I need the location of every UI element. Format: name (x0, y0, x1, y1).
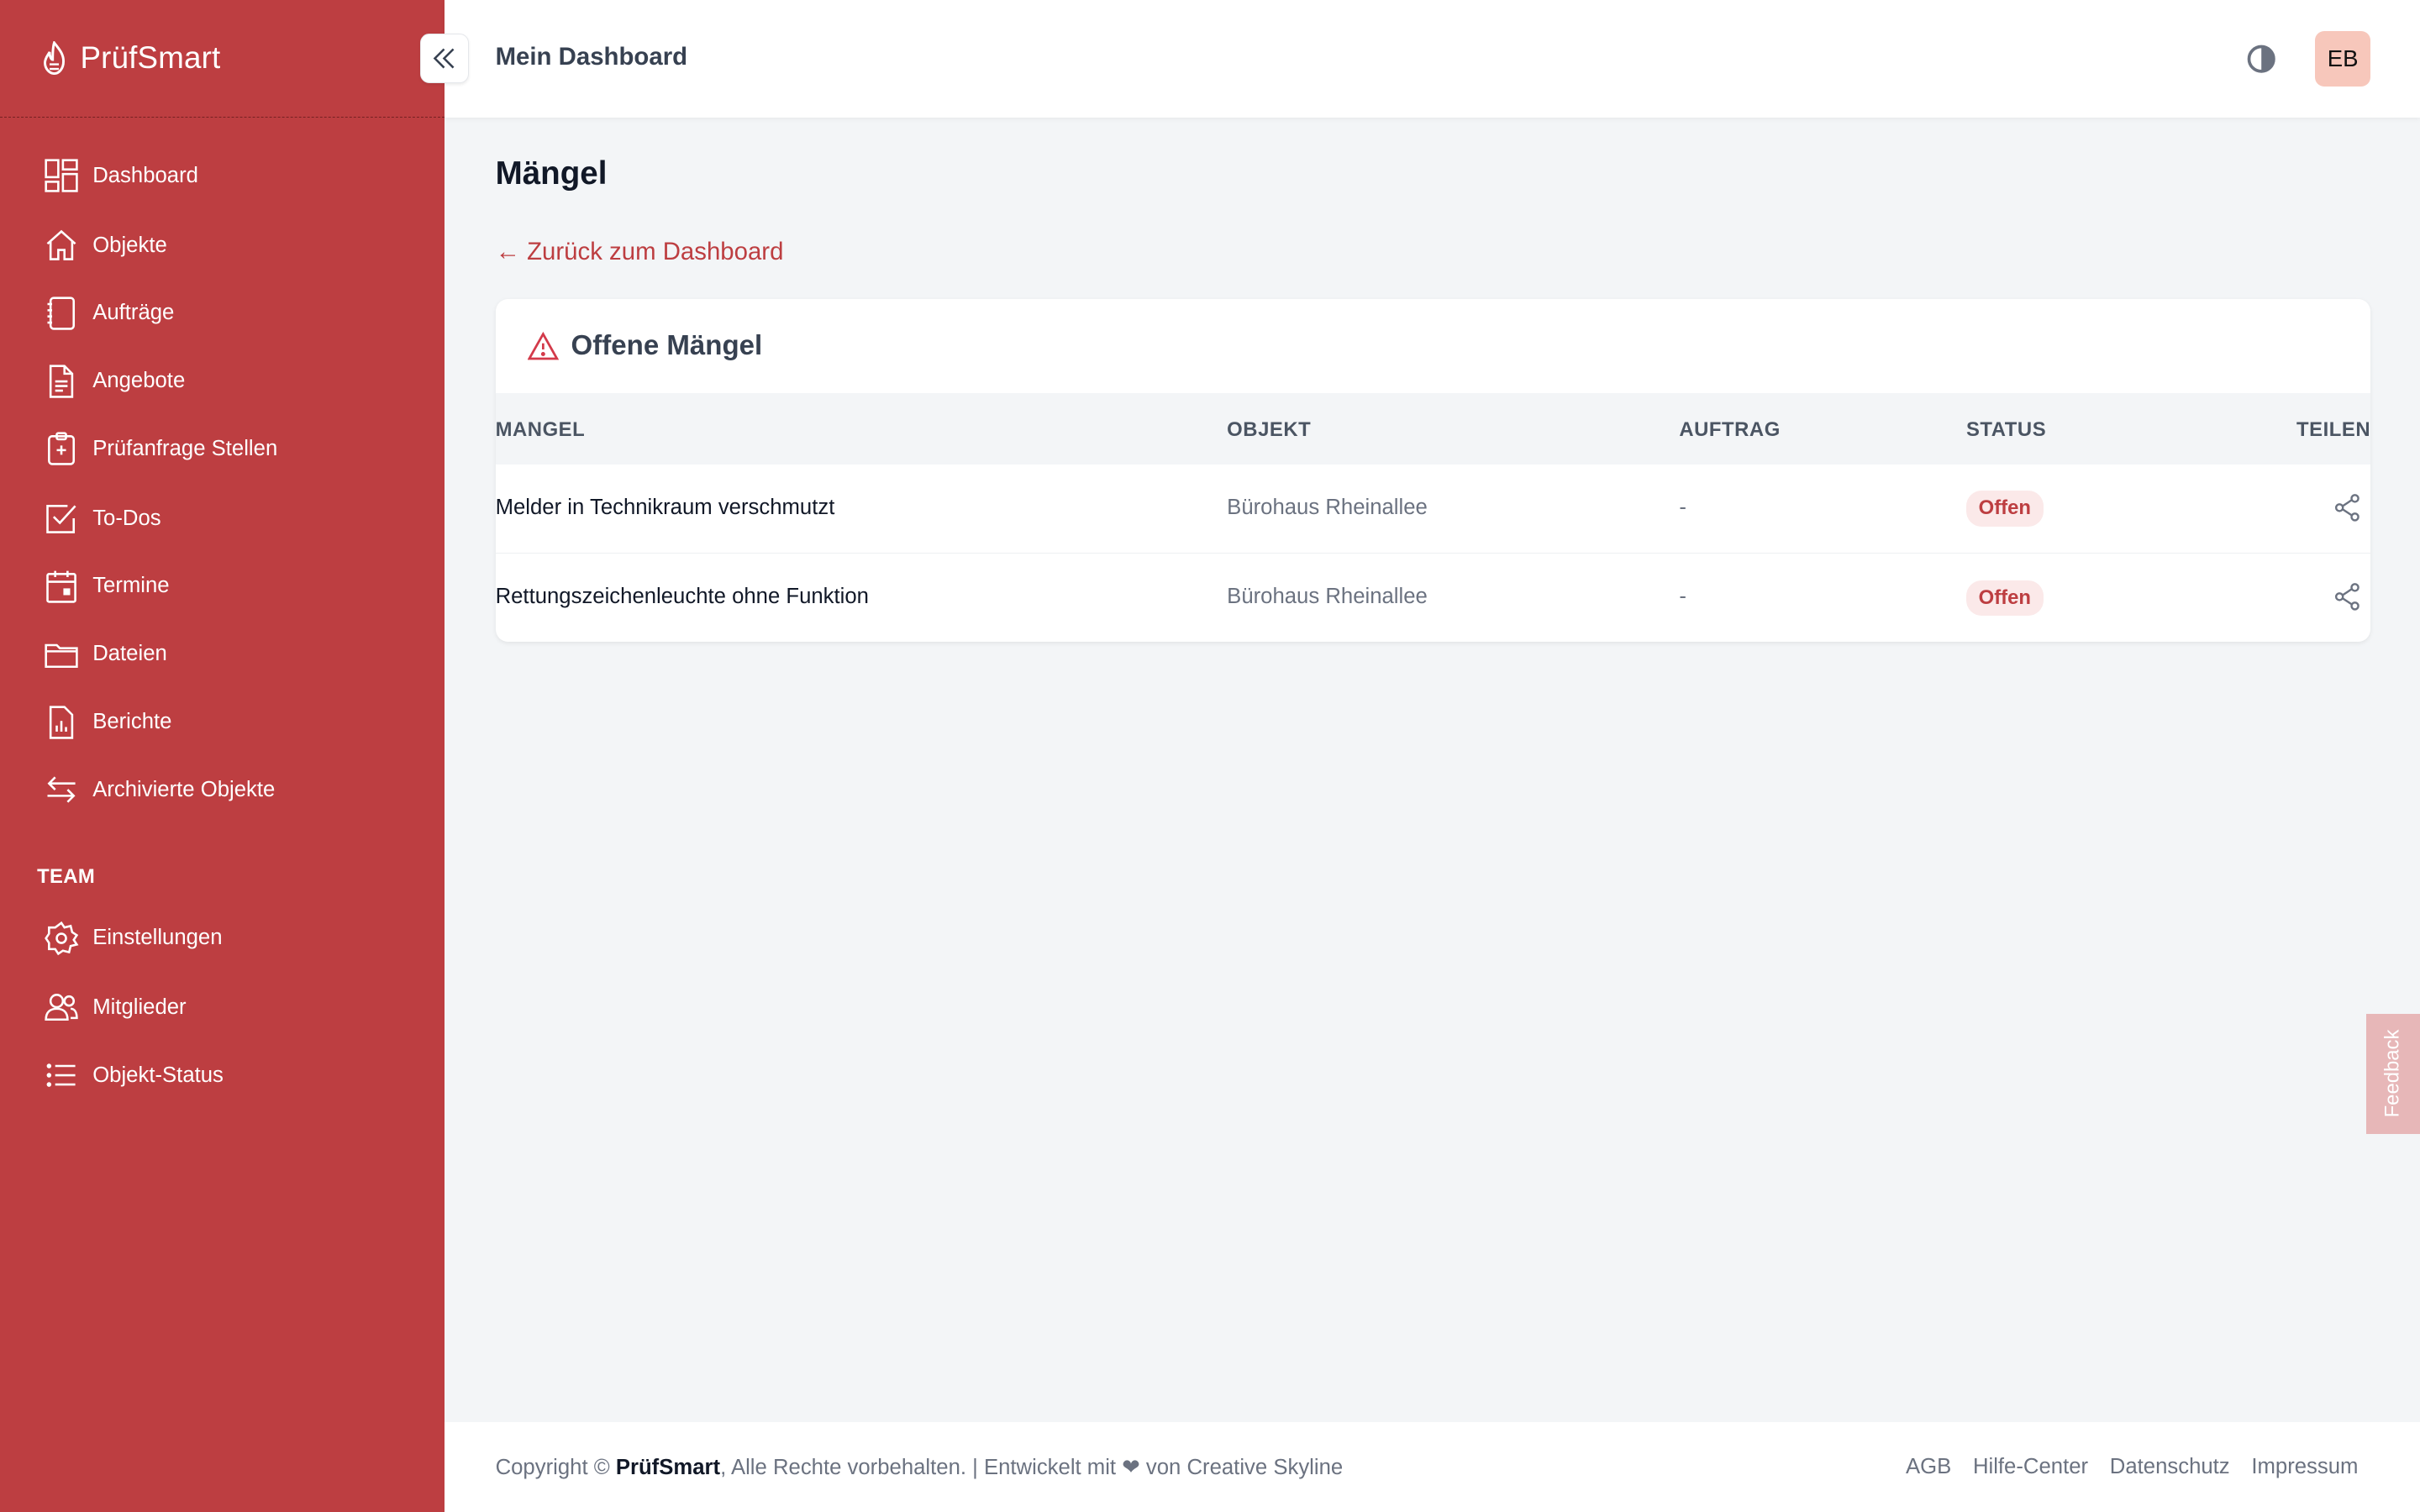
page-title: Mängel (495, 155, 608, 192)
share-icon[interactable] (2332, 492, 2363, 523)
column-header-auftrag: AUFTRAG (1679, 417, 1781, 441)
cell-objekt: Bürohaus Rheinallee (1227, 495, 1428, 519)
card-header: Offene Mängel (496, 299, 2371, 393)
sidebar-item-dashboard[interactable]: Dashboard (37, 148, 408, 203)
back-to-dashboard-link[interactable]: ← Zurück zum Dashboard (496, 238, 784, 266)
column-header-status: STATUS (1965, 417, 2047, 441)
home-icon (47, 229, 76, 260)
sidebar-item-label: Einstellungen (92, 926, 223, 950)
cell-auftrag: - (1679, 585, 1686, 609)
feedback-label: Feedback (2381, 1029, 2404, 1118)
copyright-prefix: Copyright © (495, 1455, 610, 1479)
sidebar-item-objekt-status[interactable]: Objekt-Status (37, 1047, 408, 1103)
sidebar-item-label: Dashboard (92, 163, 198, 187)
footer-link-datenschutz[interactable]: Datenschutz (2110, 1455, 2230, 1479)
copyright-text: Copyright © PrüfSmart, Alle Rechte vorbe… (496, 1455, 1344, 1480)
arrows-icon (47, 776, 76, 803)
sidebar-item-label: Prüfanfrage Stellen (92, 436, 278, 460)
collapse-sidebar-button[interactable] (419, 34, 470, 84)
sidebar-item-pruefanfrage[interactable]: Prüfanfrage Stellen (37, 421, 408, 476)
sidebar-item-label: Berichte (92, 710, 172, 734)
theme-toggle-icon[interactable] (2244, 42, 2278, 76)
sidebar-item-label: Mitglieder (92, 995, 187, 1019)
sidebar-item-angebote[interactable]: Angebote (37, 354, 408, 409)
sidebar-item-label: Objekt-Status (92, 1063, 224, 1087)
team-section-label: TEAM (37, 865, 96, 889)
footer-link-hilfe-center[interactable]: Hilfe-Center (1973, 1455, 2088, 1479)
topbar: Mein Dashboard EB (444, 0, 2420, 118)
sidebar-item-label: Angebote (92, 369, 186, 393)
sidebar-item-mitglieder[interactable]: Mitglieder (37, 979, 408, 1035)
sidebar-item-objekte[interactable]: Objekte (37, 218, 408, 273)
cell-auftrag: - (1679, 495, 1686, 519)
calendar-icon (46, 570, 77, 603)
table-header: MANGEL OBJEKT AUFTRAG STATUS TEILEN (495, 393, 2371, 465)
dashboard-icon (45, 159, 79, 193)
footer-brand[interactable]: PrüfSmart (616, 1456, 720, 1479)
gear-icon (45, 921, 79, 955)
clipboard-plus-icon (48, 432, 76, 466)
sidebar-item-label: Termine (92, 574, 170, 598)
sidebar-item-label: To-Dos (92, 506, 161, 530)
footer: Copyright © PrüfSmart, Alle Rechte vorbe… (444, 1422, 2420, 1512)
warning-icon (528, 331, 559, 360)
folder-icon (45, 643, 79, 668)
open-defects-card: Offene Mängel MANGEL OBJEKT AUFTRAG STAT… (495, 299, 2371, 643)
sidebar-item-label: Archivierte Objekte (92, 777, 276, 801)
column-header-objekt: OBJEKT (1227, 417, 1312, 441)
notebook-icon (47, 297, 76, 330)
feedback-tab[interactable]: Feedback (2365, 1013, 2420, 1134)
sidebar-item-label: Objekte (92, 233, 167, 257)
status-badge: Offen (1965, 491, 2044, 527)
column-header-mangel: MANGEL (495, 417, 586, 441)
status-badge: Offen (1965, 580, 2044, 617)
list-icon (47, 1063, 76, 1087)
sidebar-item-todos[interactable]: To-Dos (37, 491, 408, 546)
column-header-teilen: TEILEN (2296, 417, 2371, 441)
users-icon (45, 994, 79, 1021)
report-icon (50, 705, 74, 739)
footer-links: AGB Hilfe-Center Datenschutz Impressum (1906, 1455, 2359, 1479)
sidebar-item-label: Aufträge (92, 301, 175, 325)
copyright-suffix: , Alle Rechte vorbehalten. | Entwickelt … (720, 1455, 1344, 1479)
chevrons-left-icon (434, 48, 455, 69)
share-icon[interactable] (2332, 581, 2363, 612)
sidebar-item-termine[interactable]: Termine (37, 559, 408, 614)
sidebar-item-berichte[interactable]: Berichte (37, 695, 408, 750)
footer-link-impressum[interactable]: Impressum (2251, 1455, 2358, 1479)
card-title: Offene Mängel (571, 330, 763, 362)
cell-mangel[interactable]: Melder in Technikraum verschmutzt (496, 496, 835, 520)
document-icon (50, 364, 74, 398)
sidebar-item-auftraege[interactable]: Aufträge (37, 286, 408, 341)
sidebar-item-einstellungen[interactable]: Einstellungen (37, 911, 408, 966)
checkbox-icon (46, 505, 76, 533)
flame-logo-icon (43, 41, 65, 76)
table-row[interactable]: Melder in Technikraum verschmutzt Büroha… (495, 465, 2371, 554)
sidebar-item-label: Dateien (92, 642, 167, 666)
footer-link-agb[interactable]: AGB (1906, 1455, 1951, 1479)
sidebar: PrüfSmart Dashboard Objekte Aufträge Ang… (0, 0, 445, 1512)
brand-name: PrüfSmart (80, 40, 221, 76)
brand[interactable]: PrüfSmart (0, 0, 445, 118)
cell-mangel[interactable]: Rettungszeichenleuchte ohne Funktion (496, 585, 869, 609)
sidebar-item-dateien[interactable]: Dateien (37, 627, 408, 682)
table-row[interactable]: Rettungszeichenleuchte ohne Funktion Bür… (496, 554, 2371, 642)
sidebar-item-archivierte-objekte[interactable]: Archivierte Objekte (37, 762, 408, 817)
cell-objekt: Bürohaus Rheinallee (1227, 585, 1428, 609)
avatar[interactable]: EB (2315, 30, 2371, 87)
page-header-title: Mein Dashboard (495, 43, 688, 71)
